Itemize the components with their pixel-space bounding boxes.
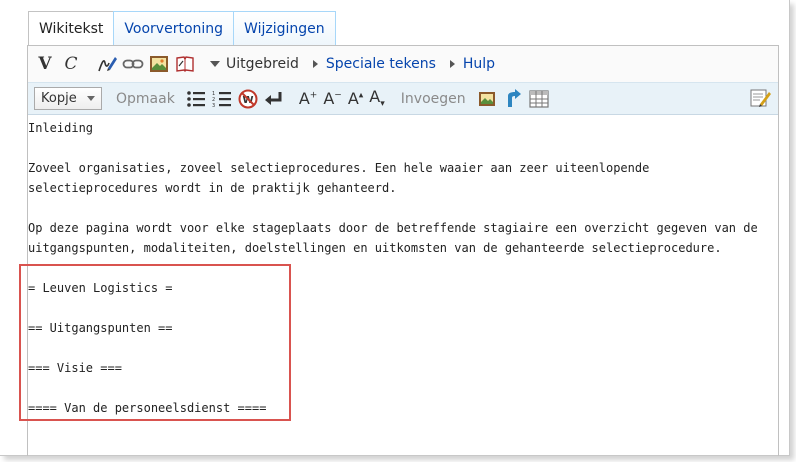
wikitext-textarea[interactable]: Inleiding Zoveel organisaties, zoveel se… — [28, 116, 778, 457]
chevron-right-icon — [312, 60, 318, 68]
menu-hulp[interactable]: Hulp — [449, 56, 495, 72]
chevron-down-icon — [210, 61, 220, 67]
tab-voorvertoning[interactable]: Voorvertoning — [113, 11, 235, 46]
font-bigger-button[interactable]: A+ — [299, 89, 318, 108]
editor-tabs: Wikitekst Voorvertoning Wijzigingen — [28, 11, 336, 47]
text-line — [28, 298, 778, 318]
text-line: == Uitgangspunten == — [28, 321, 173, 335]
italic-button[interactable]: C — [60, 52, 82, 76]
text-line — [28, 378, 778, 398]
insert-group-label: Invoegen — [400, 90, 466, 107]
chevron-right-icon — [449, 60, 455, 68]
menu-uitgebreid[interactable]: Uitgebreid — [210, 56, 299, 72]
editor-window: Wikitekst Voorvertoning Wijzigingen V C — [0, 0, 790, 456]
embed-image-icon[interactable] — [148, 52, 170, 76]
menu-speciale-tekens[interactable]: Speciale tekens — [312, 56, 436, 72]
nowiki-icon[interactable]: W — [237, 87, 259, 111]
text-line — [28, 338, 778, 358]
text-line: selectieprocedures wordt in de praktijk … — [28, 181, 397, 195]
signature-icon[interactable] — [96, 52, 118, 76]
text-line — [28, 198, 778, 218]
text-line: Inleiding — [28, 121, 94, 135]
text-line: Op deze pagina wordt voor elke stageplaa… — [28, 221, 758, 235]
font-smaller-button[interactable]: A− — [323, 89, 342, 108]
redirect-icon[interactable] — [502, 87, 524, 111]
svg-text:3: 3 — [212, 103, 215, 108]
text-line: Zoveel organisaties, zoveel selectieproc… — [28, 161, 650, 175]
main-toolbar: V C Uitgebreid Speciale tekens Hulp — [28, 46, 778, 82]
text-line: uitgangspunten, modaliteiten, doelstelli… — [28, 241, 722, 255]
svg-text:W: W — [242, 95, 253, 106]
bulleted-list-icon[interactable] — [185, 87, 207, 111]
text-line: = Leuven Logistics = — [28, 281, 173, 295]
subscript-button[interactable]: A▾ — [369, 87, 384, 109]
advanced-toolbar: Kopje Opmaak 1 2 3 W A+ A− A▴ A▾ Invoege… — [28, 82, 778, 115]
chevron-down-icon — [87, 96, 95, 101]
text-line — [28, 258, 778, 278]
link-icon[interactable] — [122, 52, 144, 76]
numbered-list-icon[interactable]: 1 2 3 — [211, 87, 233, 111]
reference-book-icon[interactable] — [174, 52, 196, 76]
table-icon[interactable] — [528, 87, 550, 111]
bold-button[interactable]: V — [34, 52, 56, 76]
newline-icon[interactable] — [263, 87, 285, 111]
wikitext-editor: V C Uitgebreid Speciale tekens Hulp Kopj… — [27, 45, 779, 456]
text-line: ==== Van de personeelsdienst ==== — [28, 401, 267, 415]
text-line — [28, 138, 778, 158]
format-group-label: Opmaak — [116, 90, 175, 107]
superscript-button[interactable]: A▴ — [348, 89, 363, 108]
tab-wijzigingen[interactable]: Wijzigingen — [233, 11, 336, 46]
tab-wikitekst[interactable]: Wikitekst — [28, 11, 115, 47]
gallery-icon[interactable] — [476, 87, 498, 111]
search-replace-icon[interactable] — [750, 88, 772, 112]
text-line: === Visie === — [28, 361, 122, 375]
heading-select[interactable]: Kopje — [34, 87, 102, 110]
